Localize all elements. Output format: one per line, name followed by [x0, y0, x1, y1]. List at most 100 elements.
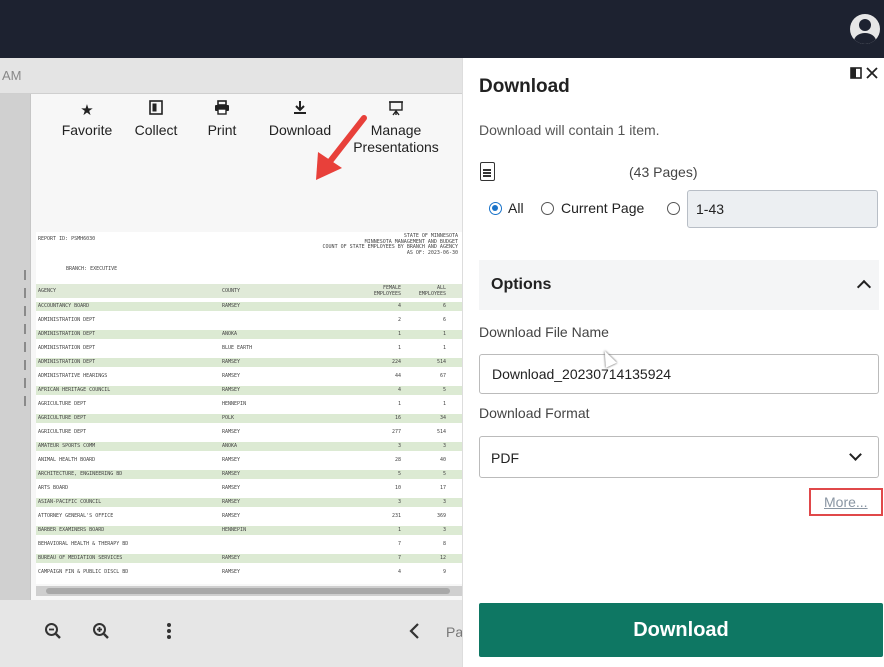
- table-row: ADMINISTRATIVE HEARINGS RAMSEY 44 67: [36, 372, 462, 381]
- dock-icon[interactable]: [849, 66, 866, 83]
- close-icon[interactable]: [866, 66, 878, 83]
- page-label-fragment: Pa: [446, 624, 464, 640]
- print-button[interactable]: Print: [200, 100, 244, 139]
- table-cell: 10: [394, 485, 401, 491]
- table-cell: 2: [397, 317, 401, 323]
- table-cell: 34: [439, 415, 446, 421]
- table-cell: RAMSEY: [222, 387, 241, 393]
- horizontal-scrollbar[interactable]: [36, 586, 462, 596]
- table-cell: 16: [394, 415, 401, 421]
- table-cell: 5: [442, 387, 446, 393]
- more-vertical-icon[interactable]: [166, 622, 172, 645]
- table-cell: ATTORNEY GENERAL'S OFFICE: [38, 513, 114, 519]
- table-cell: 3: [442, 499, 446, 505]
- table-cell: 3: [442, 443, 446, 449]
- table-cell: AGRICULTURE DEPT: [38, 401, 87, 407]
- table-row: ACCOUNTANCY BOARD RAMSEY 4 6: [36, 302, 462, 311]
- download-panel: Download Download will contain 1 item. (…: [462, 58, 884, 667]
- viewer-toolbar: ★ Favorite Collect Print Download Manage…: [30, 100, 462, 180]
- report-id: REPORT ID: PSMH6030: [38, 236, 96, 242]
- column-header: COUNTY: [222, 288, 241, 294]
- format-select[interactable]: PDF: [479, 436, 879, 478]
- print-label: Print: [207, 122, 237, 138]
- table-cell: 5: [442, 471, 446, 477]
- collect-button[interactable]: Collect: [126, 100, 186, 139]
- table-cell: ADMINISTRATION DEPT: [38, 317, 96, 323]
- file-name-input[interactable]: [479, 354, 879, 394]
- options-title: Options: [491, 276, 552, 293]
- table-cell: 231: [391, 513, 401, 519]
- download-button[interactable]: Download: [479, 603, 883, 657]
- table-cell: BEHAVIORAL HEALTH & THERAPY BD: [38, 541, 129, 547]
- page-range-input[interactable]: [687, 190, 878, 228]
- table-cell: AMATEUR SPORTS COMM: [38, 443, 96, 449]
- table-row: AGRICULTURE DEPT POLK 16 34: [36, 414, 462, 423]
- table-cell: BUREAU OF MEDIATION SERVICES: [38, 555, 123, 561]
- table-row: ARCHITECTURE, ENGINEERING BD RAMSEY 5 5: [36, 470, 462, 479]
- table-cell: RAMSEY: [222, 359, 241, 365]
- table-cell: 4: [397, 303, 401, 309]
- table-cell: 1: [442, 401, 446, 407]
- table-cell: RAMSEY: [222, 471, 241, 477]
- table-cell: 7: [397, 541, 401, 547]
- scrollbar-thumb[interactable]: [46, 588, 450, 594]
- table-cell: ARTS BOARD: [38, 485, 69, 491]
- breadcrumb-strip: AM: [0, 58, 462, 94]
- table-cell: 224: [391, 359, 401, 365]
- table-cell: 3: [397, 499, 401, 505]
- panel-title: Download: [479, 76, 570, 97]
- table-row: BUREAU OF MEDIATION SERVICES RAMSEY 7 12: [36, 554, 462, 563]
- table-cell: RAMSEY: [222, 513, 241, 519]
- chevron-down-icon: [849, 448, 862, 461]
- table-row: ASIAN-PACIFIC COUNCIL RAMSEY 3 3: [36, 498, 462, 507]
- table-row: ATTORNEY GENERAL'S OFFICE RAMSEY 231 369: [36, 512, 462, 521]
- table-cell: ANOKA: [222, 443, 238, 449]
- table-cell: 1: [397, 331, 401, 337]
- table-cell: POLK: [222, 415, 235, 421]
- table-cell: 1: [442, 331, 446, 337]
- table-row: AFRICAN HERITAGE COUNCIL RAMSEY 4 5: [36, 386, 462, 395]
- table-cell: ANIMAL HEALTH BOARD: [38, 457, 96, 463]
- table-cell: 1: [442, 345, 446, 351]
- table-row: ANIMAL HEALTH BOARD RAMSEY 28 40: [36, 456, 462, 465]
- table-cell: RAMSEY: [222, 429, 241, 435]
- viewer-bottom-bar: Pa: [0, 600, 464, 667]
- radio-all[interactable]: [489, 202, 502, 215]
- table-cell: AFRICAN HERITAGE COUNCIL: [38, 387, 111, 393]
- table-cell: HENNEPIN: [222, 401, 247, 407]
- table-cell: RAMSEY: [222, 303, 241, 309]
- zoom-in-icon[interactable]: [92, 622, 110, 645]
- table-cell: 12: [439, 555, 446, 561]
- table-cell: ADMINISTRATION DEPT: [38, 331, 96, 337]
- column-header: ALL EMPLOYEES: [418, 285, 446, 297]
- table-row: ADMINISTRATION DEPT RAMSEY 224 514: [36, 358, 462, 367]
- table-cell: 67: [439, 373, 446, 379]
- options-section-header[interactable]: Options: [479, 260, 879, 310]
- table-cell: AGRICULTURE DEPT: [38, 429, 87, 435]
- table-row: ADMINISTRATION DEPT ANOKA 1 1: [36, 330, 462, 339]
- table-cell: 28: [394, 457, 401, 463]
- radio-page-range[interactable]: [667, 202, 680, 215]
- table-row: CAMPAIGN FIN & PUBLIC DISCL BD RAMSEY 4 9: [36, 568, 462, 577]
- favorite-button[interactable]: ★ Favorite: [52, 100, 122, 139]
- user-avatar-icon[interactable]: [850, 14, 880, 44]
- more-options-link[interactable]: More...: [824, 494, 868, 510]
- table-cell: RAMSEY: [222, 499, 241, 505]
- radio-current-page[interactable]: [541, 202, 554, 215]
- table-cell: ARCHITECTURE, ENGINEERING BD: [38, 471, 123, 477]
- vertical-resize-handle[interactable]: [22, 270, 28, 420]
- table-cell: 9: [442, 569, 446, 575]
- table-cell: ANOKA: [222, 331, 238, 337]
- format-label: Download Format: [479, 405, 590, 421]
- star-icon: ★: [80, 102, 94, 119]
- table-cell: 4: [397, 569, 401, 575]
- chevron-up-icon: [856, 279, 872, 295]
- zoom-out-icon[interactable]: [44, 622, 62, 645]
- table-cell: 1: [397, 345, 401, 351]
- chevron-left-icon[interactable]: [408, 622, 420, 645]
- breadcrumb-fragment: AM: [2, 68, 22, 83]
- report-branch: BRANCH: EXECUTIVE: [36, 266, 462, 274]
- table-cell: 4: [397, 387, 401, 393]
- format-selected-value: PDF: [491, 450, 519, 466]
- table-row: AGRICULTURE DEPT HENNEPIN 1 1: [36, 400, 462, 409]
